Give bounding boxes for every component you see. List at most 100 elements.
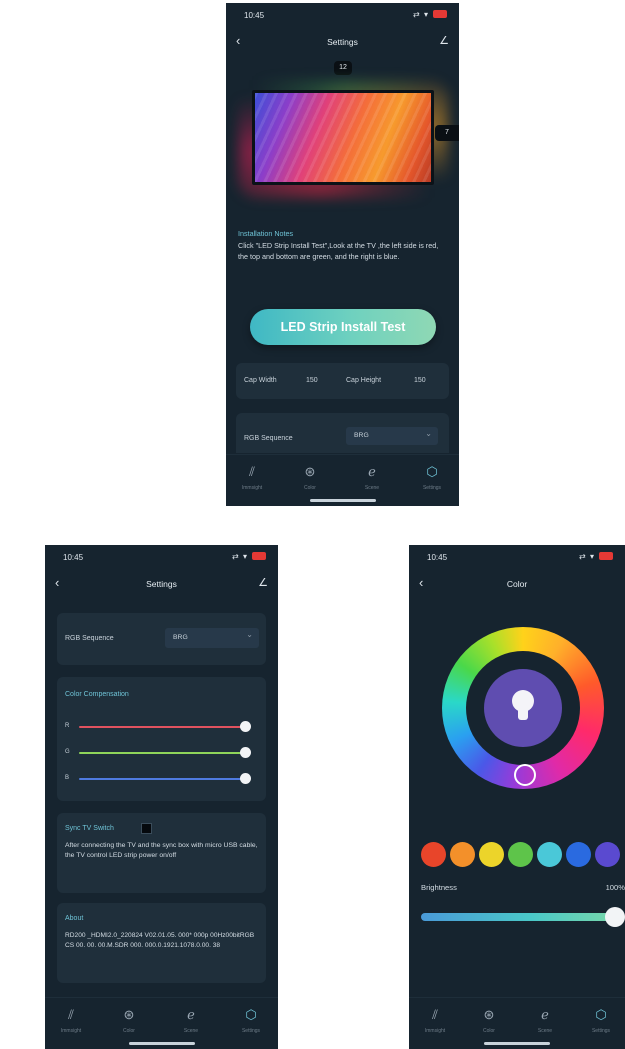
power-bulb-button[interactable] bbox=[484, 669, 562, 747]
brightness-slider[interactable] bbox=[421, 913, 621, 921]
tab-color[interactable]: ⊛ Color bbox=[467, 1006, 511, 1042]
rgb-sequence-select[interactable]: BRG ⌄ bbox=[346, 427, 438, 445]
tab-label: Color bbox=[123, 1028, 135, 1034]
cap-height-label: Cap Height bbox=[346, 377, 382, 384]
color-swatch[interactable] bbox=[508, 842, 533, 867]
rgb-sequence-label: RGB Sequence bbox=[65, 635, 114, 642]
settings-hex-icon: ⬡ bbox=[426, 464, 438, 479]
status-bar: 10:45 ⇄ ▾ bbox=[45, 545, 278, 569]
installation-notes-title: Installation Notes bbox=[238, 229, 294, 238]
scene-icon: ℯ bbox=[368, 464, 376, 479]
status-bar: 10:45 ⇄ ▾ bbox=[409, 545, 625, 569]
slider-g[interactable]: G bbox=[65, 747, 255, 759]
battery-icon bbox=[252, 552, 266, 560]
color-swatch[interactable] bbox=[421, 842, 446, 867]
slider-track[interactable] bbox=[79, 752, 245, 754]
tab-scene[interactable]: ℯ Scene bbox=[350, 463, 394, 499]
color-swatch[interactable] bbox=[450, 842, 475, 867]
slider-track[interactable] bbox=[79, 778, 245, 780]
brightness-value: 100% bbox=[605, 883, 625, 892]
signal-icon: ⇄ ▾ bbox=[413, 10, 429, 19]
scene-icon: ℯ bbox=[187, 1007, 195, 1022]
status-time: 10:45 bbox=[427, 553, 448, 562]
page-title: Settings bbox=[146, 579, 177, 589]
cap-size-card: Cap Width 150 Cap Height 150 bbox=[236, 363, 449, 399]
tab-label: Scene bbox=[364, 485, 380, 491]
status-time: 10:45 bbox=[244, 11, 265, 20]
tab-label: Settings bbox=[422, 485, 442, 491]
palette-icon: ⊛ bbox=[123, 1007, 135, 1022]
tab-scene[interactable]: ℯ Scene bbox=[523, 1006, 567, 1042]
palette-icon: ⊛ bbox=[483, 1007, 495, 1022]
tab-color[interactable]: ⊛ Color bbox=[107, 1006, 151, 1042]
color-swatch[interactable] bbox=[595, 842, 620, 867]
tab-label: Color bbox=[483, 1028, 495, 1034]
edit-icon[interactable]: ∠ bbox=[258, 576, 268, 589]
slider-knob[interactable] bbox=[239, 747, 251, 758]
tab-immsight[interactable]: ⫽ Immsight bbox=[413, 1006, 457, 1042]
color-wheel-thumb[interactable] bbox=[514, 764, 536, 786]
color-swatch[interactable] bbox=[479, 842, 504, 867]
sync-tv-switch-card: Sync TV Switch After connecting the TV a… bbox=[57, 813, 266, 893]
tab-bar: ⫽ Immsight ⊛ Color ℯ Scene ⬡ Settings bbox=[409, 997, 625, 1049]
rgb-sequence-card: RGB Sequence BRG ⌄ bbox=[236, 413, 449, 453]
color-compensation-card: Color Compensation R G B bbox=[57, 677, 266, 801]
tab-label: Color bbox=[304, 485, 316, 491]
cap-height-value[interactable]: 150 bbox=[414, 377, 426, 384]
tab-settings[interactable]: ⬡ Settings bbox=[410, 463, 454, 499]
tab-label: Settings bbox=[241, 1028, 261, 1034]
bulb-base-icon bbox=[518, 710, 528, 720]
led-strip-install-test-button[interactable]: LED Strip Install Test bbox=[250, 309, 436, 345]
sync-tv-switch-title: Sync TV Switch bbox=[65, 825, 114, 832]
slider-label: B bbox=[65, 775, 70, 781]
installation-notes-text: Click "LED Strip Install Test",Look at t… bbox=[238, 241, 439, 261]
sync-tv-switch-toggle[interactable] bbox=[141, 823, 152, 834]
color-swatch[interactable] bbox=[566, 842, 591, 867]
tab-scene[interactable]: ℯ Scene bbox=[169, 1006, 213, 1042]
edit-icon[interactable]: ∠ bbox=[439, 34, 449, 47]
color-wheel[interactable] bbox=[442, 627, 604, 789]
settings-hex-icon: ⬡ bbox=[245, 1007, 257, 1022]
slider-track[interactable] bbox=[79, 726, 245, 728]
tab-immsight[interactable]: ⫽ Immsight bbox=[49, 1006, 93, 1042]
page-title: Color bbox=[506, 579, 528, 589]
tab-label: Scene bbox=[183, 1028, 199, 1034]
chevron-down-icon: ⌄ bbox=[425, 429, 432, 438]
slider-knob[interactable] bbox=[239, 721, 251, 732]
signal-icon: ⇄ ▾ bbox=[232, 552, 248, 561]
slider-r[interactable]: R bbox=[65, 721, 255, 733]
status-time: 10:45 bbox=[63, 553, 84, 562]
sync-tv-switch-text: After connecting the TV and the sync box… bbox=[65, 842, 258, 859]
chevron-down-icon: ⌄ bbox=[246, 630, 253, 639]
color-swatch[interactable] bbox=[537, 842, 562, 867]
battery-icon bbox=[599, 552, 613, 560]
led-count-side-badge: 7 bbox=[435, 125, 459, 141]
slider-knob[interactable] bbox=[239, 773, 251, 784]
scene-icon: ℯ bbox=[541, 1007, 549, 1022]
slider-label: G bbox=[65, 749, 70, 755]
rgb-sequence-value: BRG bbox=[173, 634, 188, 641]
tab-label: Scene bbox=[537, 1028, 553, 1034]
slider-b[interactable]: B bbox=[65, 773, 255, 785]
diagonal-lines-icon: ⫽ bbox=[249, 464, 255, 479]
cap-width-value[interactable]: 150 bbox=[306, 377, 318, 384]
tab-settings[interactable]: ⬡ Settings bbox=[579, 1006, 623, 1042]
slider-label: R bbox=[65, 723, 70, 729]
page-title: Settings bbox=[327, 37, 358, 47]
tab-immsight[interactable]: ⫽ Immsight bbox=[230, 463, 274, 499]
tab-label: Settings bbox=[591, 1028, 611, 1034]
about-title: About bbox=[65, 915, 84, 922]
status-bar: 10:45 ⇄ ▾ bbox=[226, 3, 459, 27]
installation-screen: 10:45 ⇄ ▾ ‹ Settings ∠ 12 7 Installation… bbox=[226, 3, 459, 506]
brightness-label: Brightness bbox=[421, 883, 457, 892]
brightness-knob[interactable] bbox=[605, 907, 625, 927]
settings-screen: 10:45 ⇄ ▾ ‹ Settings ∠ RGB Sequence BRG … bbox=[45, 545, 278, 1049]
bulb-icon bbox=[512, 690, 534, 712]
palette-icon: ⊛ bbox=[304, 464, 316, 479]
nav-bar: ‹ Settings ∠ bbox=[45, 573, 278, 597]
tv-screen bbox=[252, 90, 434, 185]
tab-settings[interactable]: ⬡ Settings bbox=[229, 1006, 273, 1042]
home-indicator bbox=[484, 1042, 550, 1045]
tab-color[interactable]: ⊛ Color bbox=[288, 463, 332, 499]
rgb-sequence-select[interactable]: BRG ⌄ bbox=[165, 628, 259, 648]
